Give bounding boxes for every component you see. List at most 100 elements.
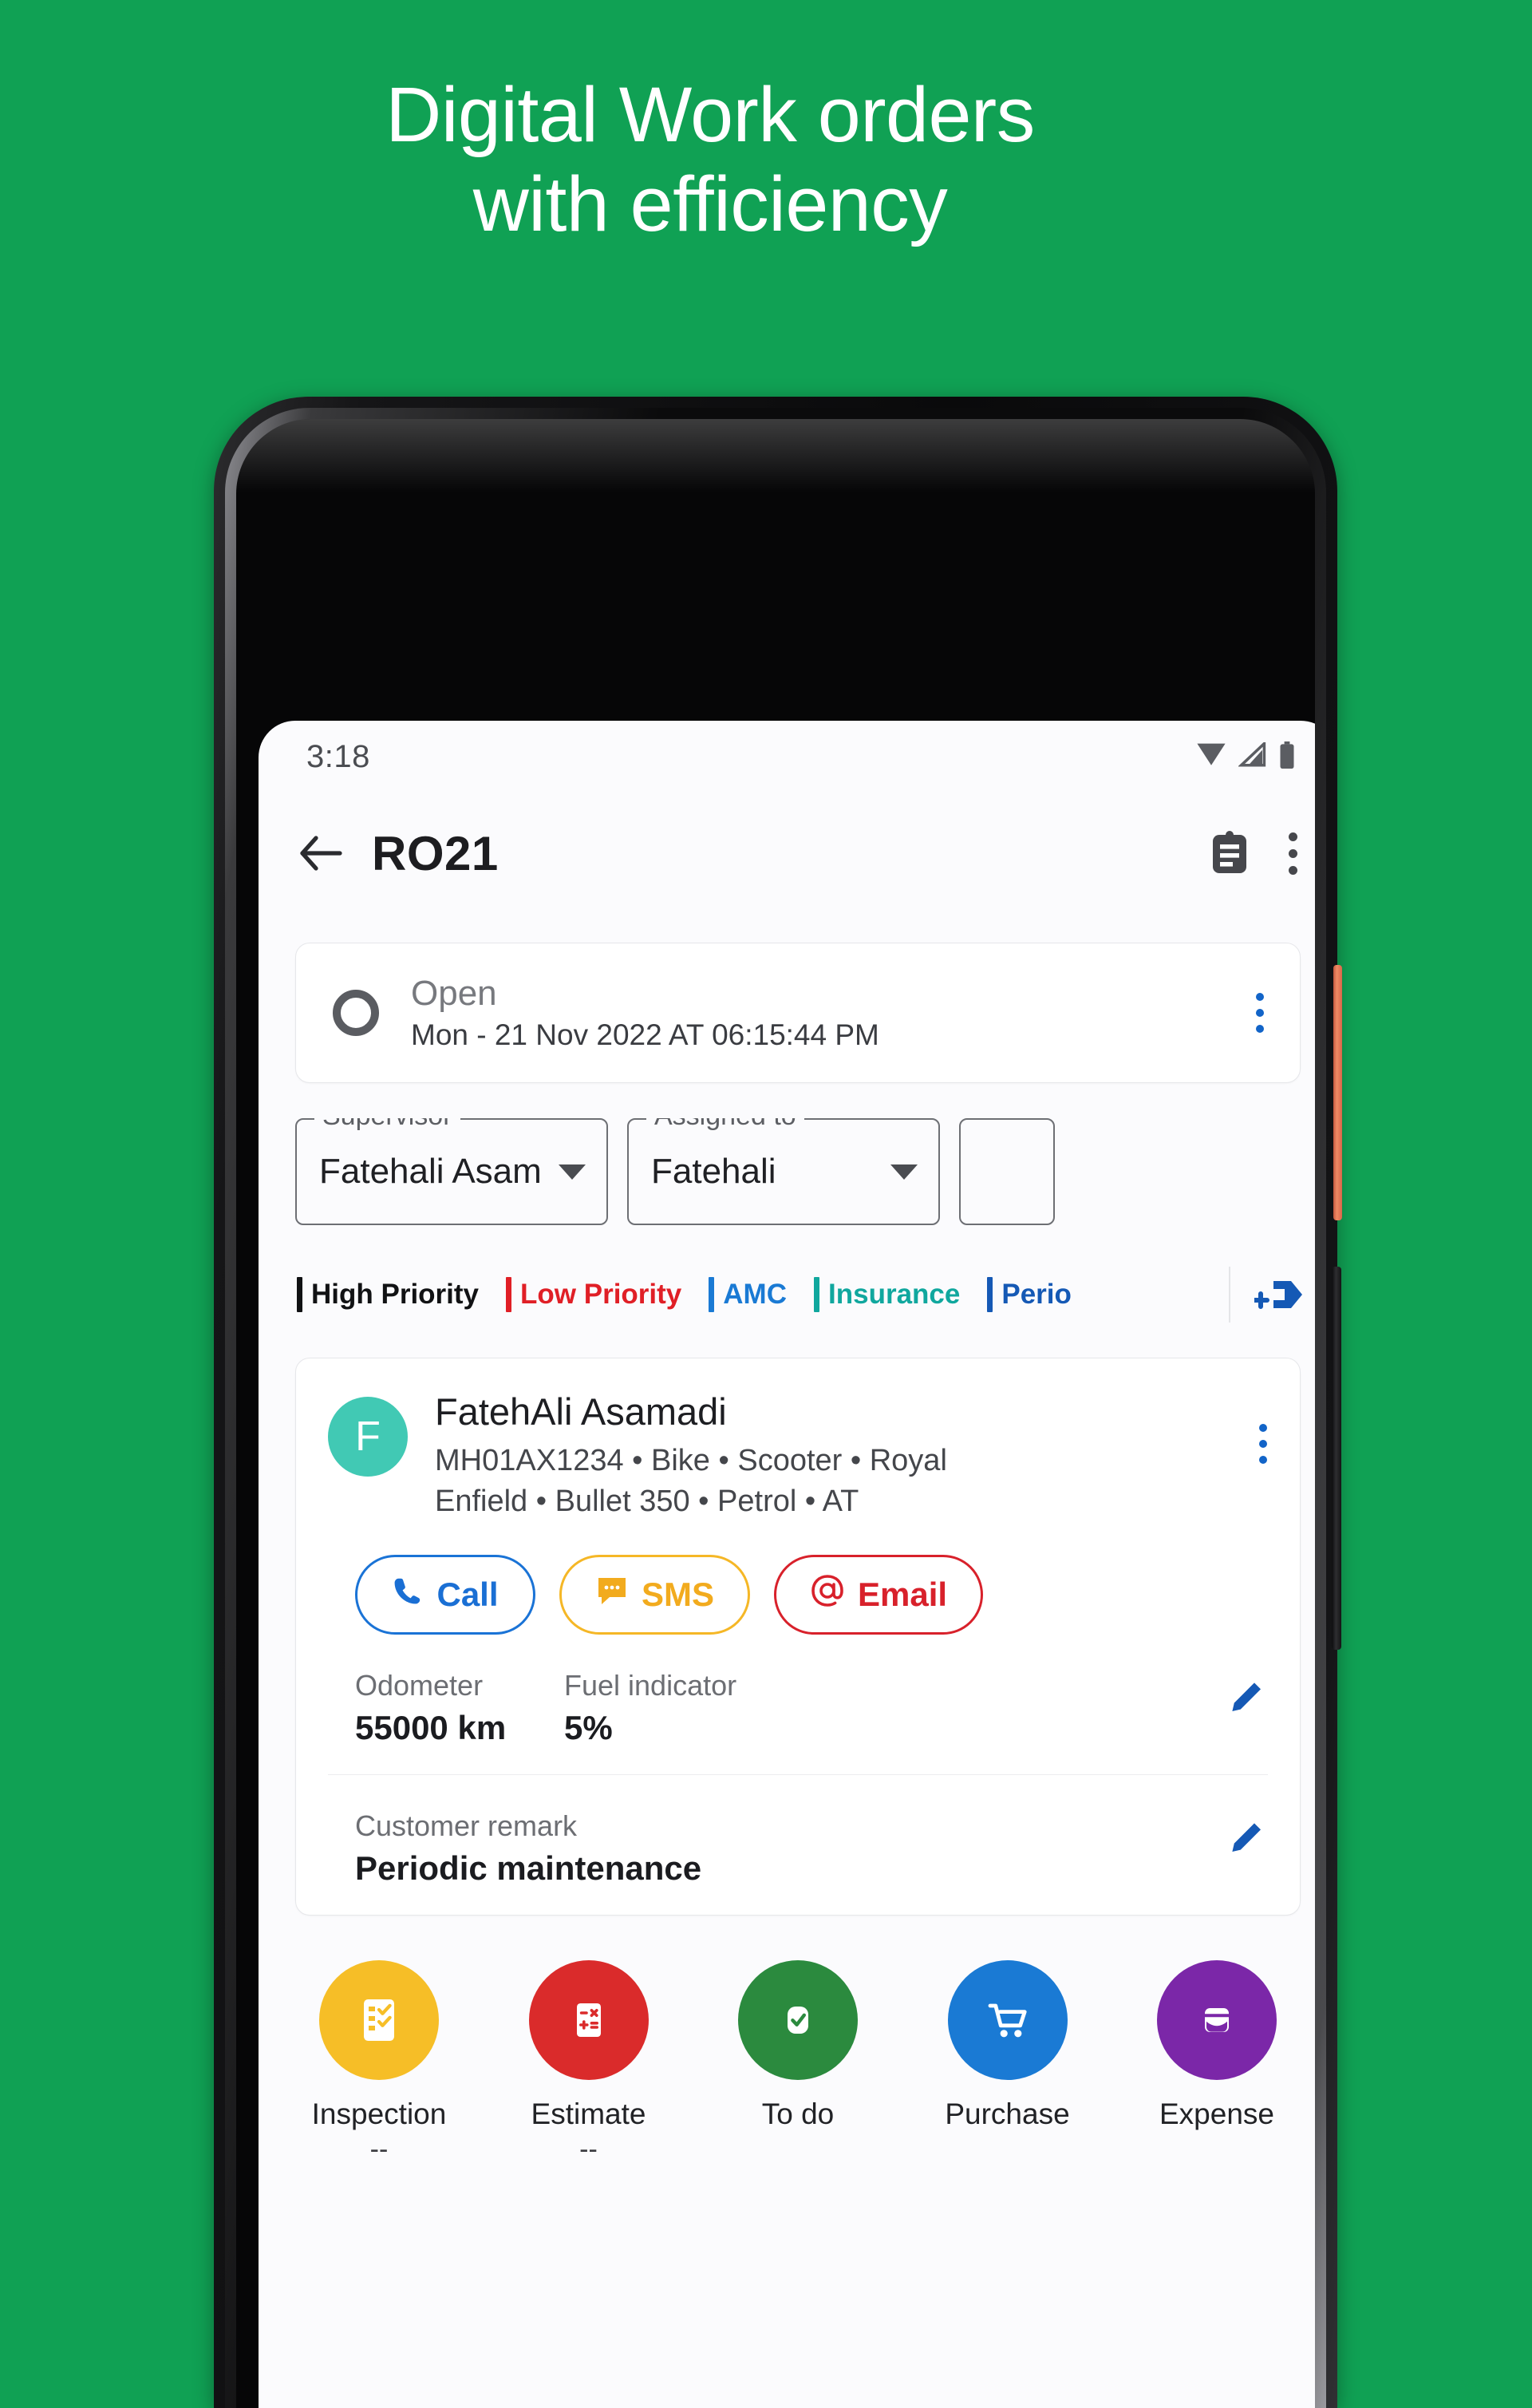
action-label: To do: [761, 2098, 835, 2131]
wifi-icon: [1195, 742, 1227, 772]
phone-device-frame: 3:18 RO21 Open Mon - 21 Nov 2022 AT 06:1…: [214, 397, 1342, 2408]
action-sub: --: [579, 2134, 598, 2165]
power-button[interactable]: [1333, 965, 1342, 1220]
fuel-value: 5%: [564, 1708, 613, 1746]
tags-scroller[interactable]: High Priority Low Priority AMC Insurance: [297, 1277, 1224, 1312]
add-tag-icon[interactable]: [1248, 1273, 1310, 1316]
status-ring-icon: [333, 990, 379, 1036]
customer-remark-row: Customer remark Periodic maintenance: [328, 1809, 1268, 1888]
message-icon: [595, 1575, 629, 1615]
work-order-status-card[interactable]: Open Mon - 21 Nov 2022 AT 06:15:44 PM: [295, 943, 1301, 1083]
assigned-to-dropdown[interactable]: Assigned to Fatehali: [627, 1118, 940, 1225]
clipboard-icon[interactable]: [1208, 830, 1251, 876]
card-divider: [328, 1773, 1268, 1775]
calculator-icon: [528, 1960, 649, 2081]
kebab-dot: [1259, 1440, 1267, 1448]
tags-divider: [1229, 1267, 1230, 1323]
customer-more-icon[interactable]: [1258, 1390, 1268, 1464]
call-button-label: Call: [436, 1575, 499, 1613]
tag-color-bar: [709, 1277, 715, 1312]
odometer-value: 55000 km: [355, 1708, 507, 1746]
status-bar-clock: 3:18: [306, 738, 370, 774]
tag-periodic[interactable]: Perio: [987, 1277, 1072, 1312]
tag-low-priority[interactable]: Low Priority: [506, 1277, 681, 1312]
fuel-block: Fuel indicator 5%: [564, 1668, 736, 1747]
status-state-label: Open: [411, 973, 497, 1013]
sms-button[interactable]: SMS: [559, 1554, 751, 1635]
tag-color-bar: [506, 1277, 512, 1312]
at-sign-icon: [810, 1573, 845, 1616]
action-purchase[interactable]: Purchase: [932, 1960, 1084, 2166]
action-inspection[interactable]: Inspection --: [303, 1960, 455, 2166]
tag-color-bar: [297, 1277, 302, 1312]
phone-icon: [392, 1575, 424, 1615]
signal-icon: [1238, 740, 1267, 772]
customer-name: FatehAli Asamadi: [435, 1390, 727, 1433]
app-bar: RO21: [259, 793, 1315, 914]
tag-label: Perio: [1001, 1279, 1072, 1310]
avatar: F: [328, 1397, 408, 1477]
tag-high-priority[interactable]: High Priority: [297, 1277, 479, 1312]
glass-reflection: [236, 419, 1315, 492]
fuel-label: Fuel indicator: [564, 1668, 737, 1702]
contact-buttons-row: Call SMS Email: [328, 1554, 1268, 1635]
action-label: Expense: [1159, 2098, 1274, 2131]
action-label: Estimate: [531, 2098, 646, 2131]
tag-label: AMC: [723, 1279, 787, 1310]
email-button-label: Email: [858, 1575, 948, 1613]
sms-button-label: SMS: [642, 1575, 715, 1613]
more-vertical-icon[interactable]: [1288, 832, 1297, 875]
kebab-dot: [1288, 848, 1297, 858]
tag-color-bar: [987, 1277, 993, 1312]
kebab-dot: [1256, 1025, 1264, 1033]
odometer-fuel-row: Odometer 55000 km Fuel indicator 5%: [328, 1668, 1268, 1747]
remark-cols: Customer remark Periodic maintenance: [355, 1809, 1225, 1888]
odometer-block: Odometer 55000 km: [355, 1668, 531, 1747]
kebab-dot: [1256, 1009, 1264, 1017]
cart-icon: [947, 1960, 1068, 2081]
email-button[interactable]: Email: [774, 1554, 984, 1635]
action-estimate[interactable]: Estimate --: [513, 1960, 665, 2166]
volume-button[interactable]: [1332, 1267, 1341, 1650]
kebab-dot: [1259, 1424, 1267, 1432]
action-label: Purchase: [945, 2098, 1070, 2131]
chevron-down-icon: [559, 1164, 586, 1180]
app-bar-actions: [1208, 830, 1297, 876]
action-expense[interactable]: Expense: [1141, 1960, 1293, 2166]
tag-label: Low Priority: [520, 1279, 682, 1310]
assigned-to-value: Fatehali: [651, 1152, 776, 1191]
action-sub: --: [369, 2134, 389, 2165]
wallet-icon: [1157, 1960, 1277, 2081]
third-dropdown-partial[interactable]: [959, 1118, 1055, 1225]
status-card-more-icon[interactable]: [1255, 993, 1265, 1033]
action-todo[interactable]: To do: [722, 1960, 874, 2166]
tag-amc[interactable]: AMC: [709, 1277, 787, 1312]
kebab-dot: [1256, 993, 1264, 1001]
customer-card: F FatehAli Asamadi MH01AX1234 • Bike • S…: [295, 1358, 1301, 1916]
battery-icon: [1278, 741, 1296, 773]
tag-label: Insurance: [828, 1279, 961, 1310]
customer-meta: FatehAli Asamadi MH01AX1234 • Bike • Sco…: [435, 1390, 1231, 1523]
remark-block: Customer remark Periodic maintenance: [355, 1809, 701, 1888]
edit-pencil-icon[interactable]: [1225, 1668, 1268, 1723]
remark-label: Customer remark: [355, 1809, 578, 1842]
supervisor-value: Fatehali Asam: [319, 1152, 542, 1191]
back-arrow-icon[interactable]: [298, 833, 345, 873]
remark-value: Periodic maintenance: [355, 1849, 702, 1888]
status-datetime: Mon - 21 Nov 2022 AT 06:15:44 PM: [411, 1018, 879, 1052]
assignment-fields-row: Supervisor Fatehali Asam Assigned to Fat…: [295, 1118, 1315, 1225]
kebab-dot: [1288, 832, 1297, 841]
tag-label: High Priority: [311, 1279, 480, 1310]
tag-insurance[interactable]: Insurance: [814, 1277, 960, 1312]
tags-row: High Priority Low Priority AMC Insurance: [259, 1267, 1315, 1323]
call-button[interactable]: Call: [355, 1554, 535, 1635]
page-title: RO21: [372, 826, 499, 880]
kebab-dot: [1259, 1456, 1267, 1464]
status-card-text: Open Mon - 21 Nov 2022 AT 06:15:44 PM: [411, 974, 1223, 1053]
odometer-fuel-cols: Odometer 55000 km Fuel indicator 5%: [355, 1668, 1225, 1747]
app-screen: 3:18 RO21 Open Mon - 21 Nov 2022 AT 06:1…: [259, 721, 1315, 2408]
edit-pencil-icon[interactable]: [1225, 1809, 1268, 1864]
quick-actions-row: Inspection -- Estimate -- To do Purchase…: [259, 1916, 1315, 2166]
odometer-label: Odometer: [355, 1668, 484, 1702]
supervisor-dropdown[interactable]: Supervisor Fatehali Asam: [295, 1118, 608, 1225]
